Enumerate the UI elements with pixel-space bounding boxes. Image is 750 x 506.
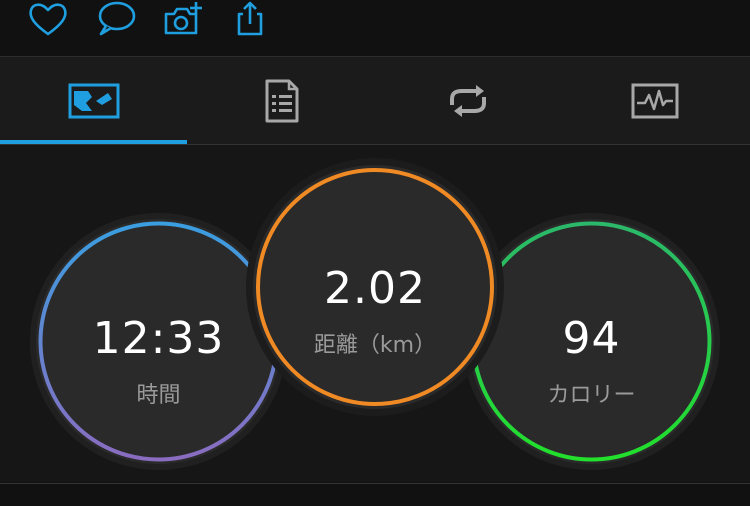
laps-icon xyxy=(442,79,494,123)
heart-icon[interactable] xyxy=(26,0,70,40)
calories-value: 94 xyxy=(562,313,621,364)
tab-bar xyxy=(0,57,750,145)
comment-icon[interactable] xyxy=(94,0,138,40)
activity-summary-screen: 12:33 時間 94 カロリー 2.02 距離（km） xyxy=(0,0,750,506)
tab-charts[interactable] xyxy=(561,57,748,145)
distance-stat: 2.02 距離（km） xyxy=(253,165,497,409)
bottom-area xyxy=(0,484,750,506)
calories-stat: 94 カロリー xyxy=(469,219,714,464)
tab-activity-map[interactable] xyxy=(0,57,187,145)
chart-icon xyxy=(629,79,681,123)
tab-laps[interactable] xyxy=(374,57,561,145)
time-stat: 12:33 時間 xyxy=(36,219,281,464)
calories-label: カロリー xyxy=(547,383,636,408)
tab-details[interactable] xyxy=(187,57,374,145)
distance-label: 距離（km） xyxy=(313,333,437,358)
details-list-icon xyxy=(255,79,307,123)
camera-add-icon[interactable] xyxy=(162,0,206,40)
time-value: 12:33 xyxy=(92,313,225,364)
share-icon[interactable] xyxy=(228,0,272,40)
action-bar xyxy=(0,0,750,56)
distance-value: 2.02 xyxy=(324,263,426,314)
time-label: 時間 xyxy=(136,383,181,408)
activity-map-icon xyxy=(68,79,120,123)
